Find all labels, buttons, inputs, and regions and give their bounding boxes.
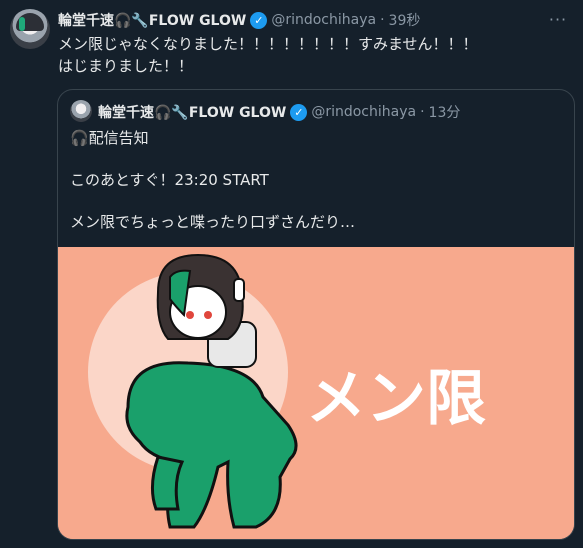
quoted-separator-dot: · — [420, 104, 425, 120]
author-handle[interactable]: @rindochihaya — [271, 12, 376, 28]
more-options-icon[interactable]: ··· — [547, 8, 569, 30]
image-caption: メン限 — [306, 364, 486, 434]
quoted-verified-badge-icon: ✓ — [290, 103, 308, 121]
tweet-timestamp[interactable]: 39秒 — [389, 10, 421, 30]
author-name[interactable]: 輪堂千速🎧🔧FLOW GLOW — [58, 10, 246, 30]
quoted-tweet-image[interactable]: メン限 — [58, 247, 574, 539]
quoted-author-handle[interactable]: @rindochihaya — [311, 104, 416, 120]
tweet[interactable]: 輪堂千速🎧🔧FLOW GLOW ✓ @rindochihaya · 39秒 ··… — [0, 0, 583, 548]
quoted-timestamp[interactable]: 13分 — [429, 102, 461, 122]
author-avatar[interactable] — [10, 9, 50, 49]
quoted-author-avatar[interactable] — [70, 100, 92, 122]
quoted-author-name[interactable]: 輪堂千速🎧🔧FLOW GLOW — [98, 102, 286, 122]
quoted-tweet[interactable]: 輪堂千速🎧🔧FLOW GLOW ✓ @rindochihaya · 13分 🎧配… — [57, 89, 575, 540]
tweet-text: メン限じゃなくなりました！！！！！！！！すみません！！！ はじまりました！！ — [58, 35, 478, 75]
tweet-header: 輪堂千速🎧🔧FLOW GLOW ✓ @rindochihaya · 39秒 — [58, 10, 420, 30]
quoted-tweet-header: 輪堂千速🎧🔧FLOW GLOW ✓ @rindochihaya · 13分 — [98, 102, 460, 122]
quoted-tweet-text: 🎧配信告知 このあとすぐ！23:20 START メン限でちょっと喋ったり口ずさ… — [70, 129, 356, 231]
separator-dot: · — [380, 12, 385, 28]
verified-badge-icon: ✓ — [250, 11, 268, 29]
